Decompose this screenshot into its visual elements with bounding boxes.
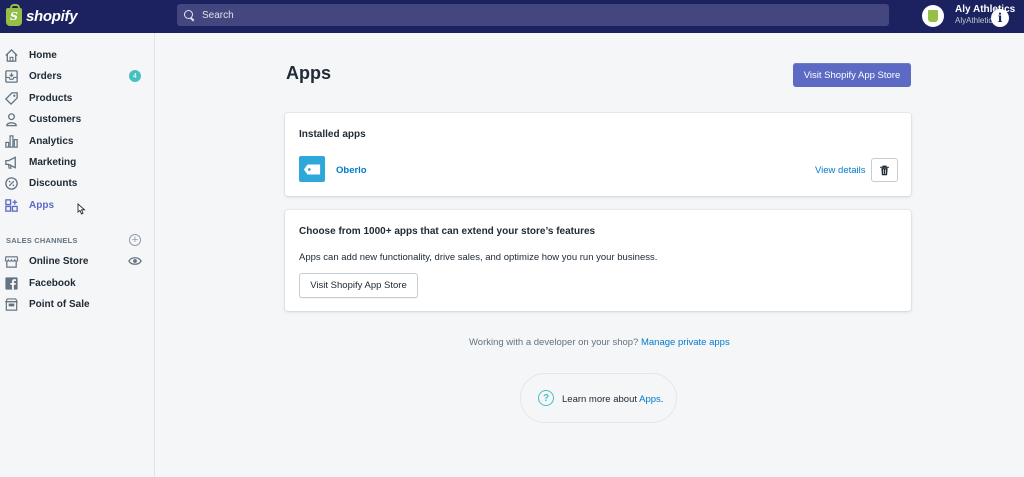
- eye-icon[interactable]: [128, 254, 142, 268]
- manage-private-apps-link[interactable]: Manage private apps: [641, 337, 730, 348]
- page-title: Apps: [286, 63, 331, 83]
- sidebar-item-products[interactable]: Products: [0, 88, 155, 108]
- sidebar-item-online-store[interactable]: Online Store: [0, 251, 155, 271]
- sidebar-item-point-of-sale[interactable]: Point of Sale: [0, 294, 155, 314]
- installed-apps-heading: Installed apps: [299, 129, 366, 140]
- trash-icon: [880, 165, 889, 175]
- orders-count-badge: 4: [129, 70, 141, 82]
- mouse-cursor-icon: [77, 203, 86, 215]
- sidebar-item-label: Discounts: [29, 177, 78, 189]
- sidebar-item-label: Home: [29, 49, 57, 61]
- installed-apps-card: Installed apps Oberlo View details: [285, 113, 911, 196]
- bar-chart-icon: [4, 134, 19, 149]
- shopify-logo[interactable]: S shopify: [0, 0, 155, 33]
- view-details-link[interactable]: View details: [815, 165, 866, 176]
- sidebar-item-analytics[interactable]: Analytics: [0, 131, 155, 151]
- sidebar-item-label: Marketing: [29, 156, 77, 168]
- private-apps-note: Working with a developer on your shop? M…: [469, 337, 730, 348]
- sidebar-item-label: Products: [29, 92, 73, 104]
- delete-app-button[interactable]: [871, 158, 898, 182]
- pos-icon: [4, 297, 19, 312]
- store-icon: [4, 254, 19, 269]
- sidebar-item-label: Orders: [29, 70, 62, 82]
- sidebar-item-label: Analytics: [29, 135, 74, 147]
- sidebar-item-label: Apps: [29, 199, 54, 211]
- sidebar-item-label: Online Store: [29, 255, 89, 267]
- search-input[interactable]: [202, 9, 882, 21]
- search-bar[interactable]: [177, 4, 889, 26]
- visit-app-store-secondary-button[interactable]: Visit Shopify App Store: [299, 273, 418, 298]
- sidebar-item-label: Facebook: [29, 277, 76, 289]
- sales-channels-title: SALES CHANNELS: [6, 236, 78, 245]
- discount-icon: [4, 176, 19, 191]
- choose-apps-description: Apps can add new functionality, drive sa…: [299, 252, 658, 263]
- store-bag-icon: [928, 10, 938, 22]
- facebook-icon: [4, 276, 19, 291]
- oberlo-logo-icon[interactable]: [299, 156, 325, 182]
- sidebar-item-label: Customers: [29, 113, 82, 125]
- sidebar-item-facebook[interactable]: Facebook: [0, 273, 155, 293]
- sidebar-item-orders[interactable]: Orders 4: [0, 66, 155, 86]
- shopify-bag-icon: S: [6, 3, 22, 26]
- sidebar-item-label: Point of Sale: [29, 298, 90, 310]
- apps-icon: [4, 198, 19, 213]
- orders-icon: [4, 69, 19, 84]
- learn-more-pill: ? Learn more about Apps.: [520, 373, 677, 423]
- info-icon[interactable]: i: [991, 9, 1009, 27]
- sidebar-item-customers[interactable]: Customers: [0, 109, 155, 129]
- logo-text: shopify: [26, 8, 78, 25]
- sidebar: Home Orders 4 Products Customers Analyti…: [0, 33, 155, 477]
- learn-more-text: Learn more about Apps.: [562, 394, 664, 405]
- sidebar-item-home[interactable]: Home: [0, 45, 155, 65]
- megaphone-icon: [4, 155, 19, 170]
- add-circle-icon[interactable]: +: [129, 234, 141, 246]
- sidebar-item-marketing[interactable]: Marketing: [0, 152, 155, 172]
- search-icon: [184, 9, 195, 21]
- learn-more-apps-link[interactable]: Apps: [639, 394, 661, 405]
- home-icon: [4, 48, 19, 63]
- top-bar: S shopify Aly Athletics AlyAthletics i: [0, 0, 1024, 33]
- person-icon: [4, 112, 19, 127]
- choose-apps-card: Choose from 1000+ apps that can extend y…: [285, 210, 911, 311]
- visit-app-store-button[interactable]: Visit Shopify App Store: [793, 63, 911, 87]
- app-name-link[interactable]: Oberlo: [336, 165, 367, 176]
- question-circle-icon: ?: [538, 390, 554, 406]
- tag-icon: [4, 91, 19, 106]
- choose-apps-heading: Choose from 1000+ apps that can extend y…: [299, 226, 596, 237]
- sidebar-item-discounts[interactable]: Discounts: [0, 173, 155, 193]
- store-avatar[interactable]: [922, 5, 944, 27]
